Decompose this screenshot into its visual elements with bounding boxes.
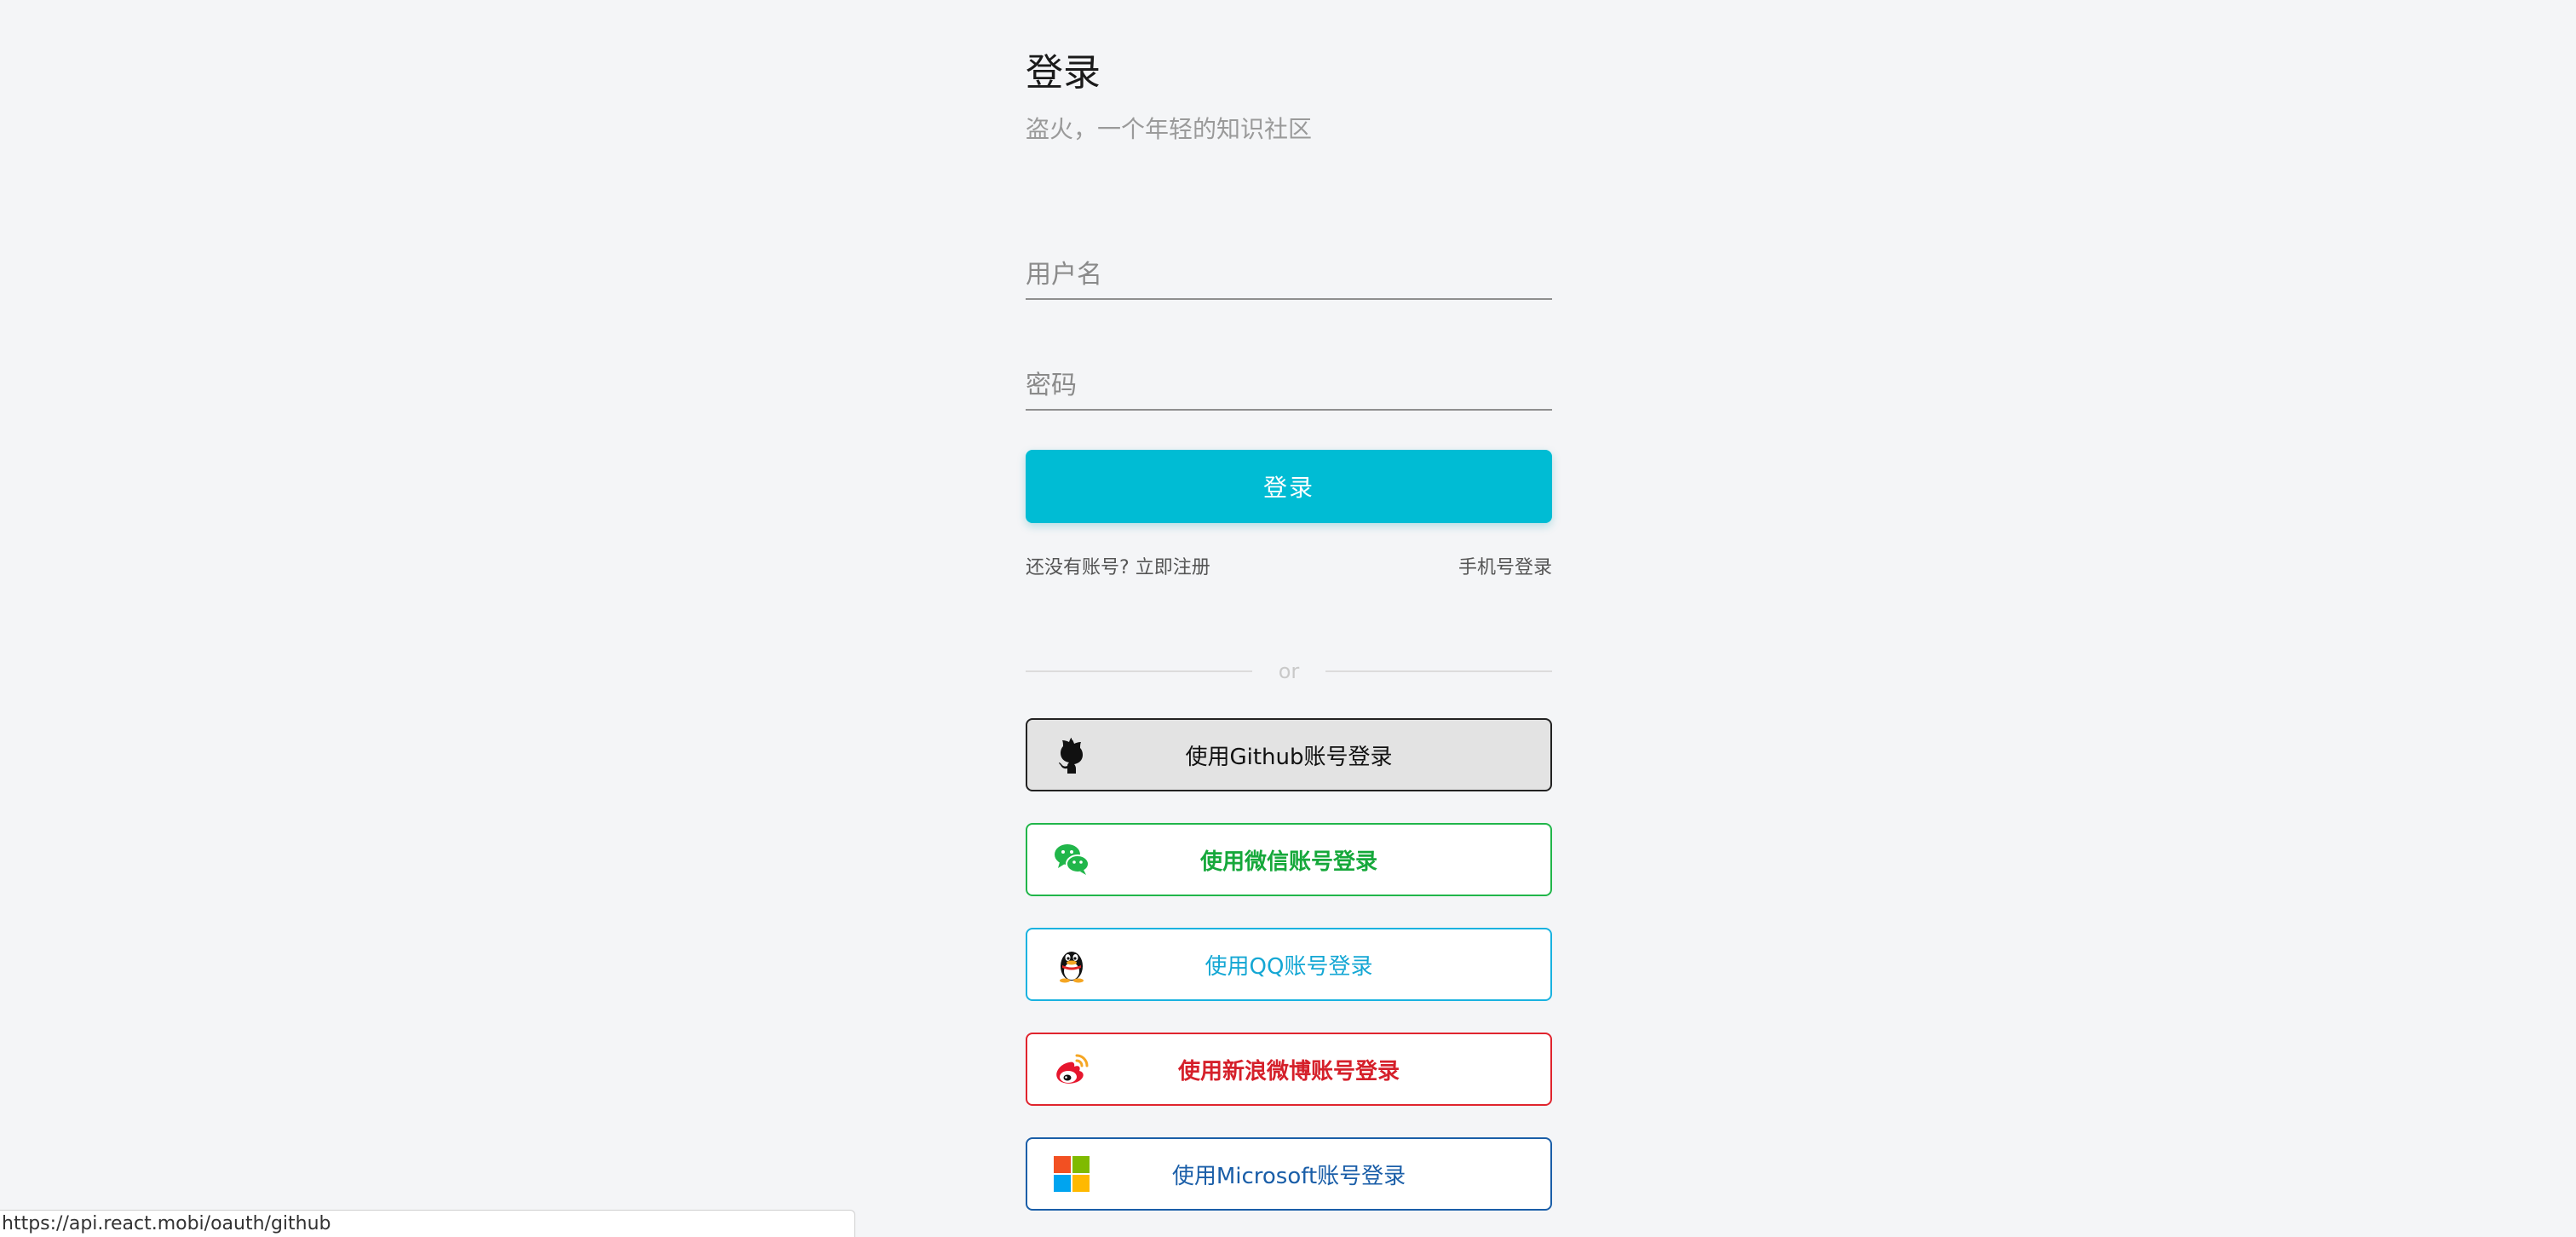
microsoft-login-button[interactable]: 使用Microsoft账号登录	[1026, 1137, 1552, 1211]
no-account-text: 还没有账号?	[1026, 557, 1130, 578]
register-link[interactable]: 立即注册	[1136, 557, 1210, 578]
qq-login-button[interactable]: 使用QQ账号登录	[1026, 928, 1552, 1001]
weibo-login-label: 使用新浪微博账号登录	[1177, 1058, 1400, 1085]
qq-login-label: 使用QQ账号登录	[1205, 953, 1373, 980]
password-input[interactable]	[1026, 361, 1552, 409]
github-login-label: 使用Github账号登录	[1185, 744, 1393, 770]
page-title: 登录	[1026, 51, 1101, 95]
login-page: 登录 盗火，一个年轻的知识社区 登录 还没有账号? 立即注册 手机号登录 or	[0, 0, 2576, 1237]
wechat-login-button[interactable]: 使用微信账号登录	[1026, 823, 1552, 896]
page-subtitle: 盗火，一个年轻的知识社区	[1026, 115, 1313, 143]
phone-login-link[interactable]: 手机号登录	[1458, 552, 1552, 579]
username-field	[1026, 250, 1552, 300]
username-input[interactable]	[1026, 250, 1552, 298]
weibo-login-button[interactable]: 使用新浪微博账号登录	[1026, 1033, 1552, 1106]
login-button[interactable]: 登录	[1026, 450, 1552, 523]
password-field	[1026, 361, 1552, 411]
microsoft-login-label: 使用Microsoft账号登录	[1171, 1163, 1406, 1189]
register-prompt: 还没有账号? 立即注册	[1026, 552, 1210, 579]
wechat-login-label: 使用微信账号登录	[1199, 849, 1377, 875]
divider-line-right	[1325, 670, 1552, 672]
auth-links: 还没有账号? 立即注册 手机号登录	[1026, 552, 1552, 583]
or-divider: or	[1026, 656, 1552, 687]
github-login-button[interactable]: 使用Github账号登录	[1026, 718, 1552, 791]
link-status-bar: https://api.react.mobi/oauth/github	[0, 1210, 855, 1237]
